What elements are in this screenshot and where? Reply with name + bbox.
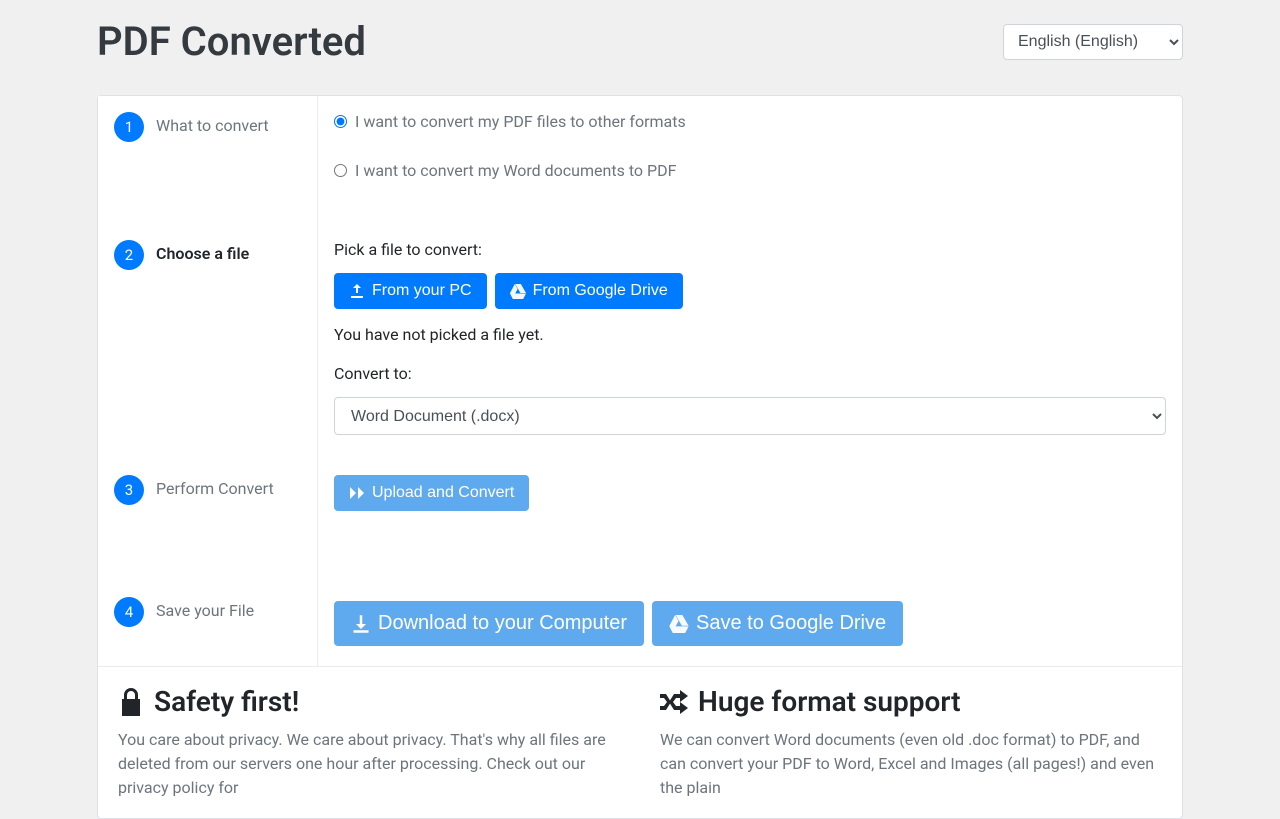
- radio-pdf-input[interactable]: [334, 115, 347, 128]
- save-drive-button[interactable]: Save to Google Drive: [652, 601, 903, 646]
- lock-icon: [118, 688, 144, 716]
- download-icon: [351, 614, 371, 634]
- step-title-4: Save your File: [156, 597, 254, 620]
- step-title-1: What to convert: [156, 112, 269, 135]
- from-pc-button[interactable]: From your PC: [334, 273, 487, 309]
- step-number-1: 1: [114, 112, 144, 142]
- google-drive-icon: [510, 284, 526, 299]
- step-number-3: 3: [114, 475, 144, 505]
- save-drive-label: Save to Google Drive: [696, 612, 886, 635]
- safety-body: You care about privacy. We care about pr…: [118, 728, 620, 800]
- download-label: Download to your Computer: [378, 612, 627, 635]
- download-button[interactable]: Download to your Computer: [334, 601, 644, 646]
- step-number-4: 4: [114, 597, 144, 627]
- from-pc-label: From your PC: [372, 282, 472, 300]
- step-title-2: Choose a file: [156, 240, 249, 263]
- upload-icon: [349, 283, 365, 299]
- formats-heading: Huge format support: [660, 685, 1162, 718]
- from-drive-label: From Google Drive: [533, 282, 668, 300]
- from-drive-button[interactable]: From Google Drive: [495, 273, 683, 309]
- page-title: PDF Converted: [97, 18, 366, 65]
- convert-to-select[interactable]: Word Document (.docx): [334, 397, 1166, 435]
- formats-body: We can convert Word documents (even old …: [660, 728, 1162, 800]
- double-chevron-icon: [349, 486, 365, 500]
- radio-word-label: I want to convert my Word documents to P…: [355, 161, 676, 180]
- radio-pdf-label: I want to convert my PDF files to other …: [355, 112, 686, 131]
- radio-word-input[interactable]: [334, 164, 347, 177]
- formats-title: Huge format support: [698, 685, 961, 718]
- convert-to-label: Convert to:: [334, 364, 1166, 383]
- shuffle-icon: [660, 690, 688, 714]
- file-status: You have not picked a file yet.: [334, 325, 1166, 344]
- google-drive-icon: [669, 615, 689, 633]
- radio-pdf-to-other[interactable]: I want to convert my PDF files to other …: [334, 112, 1166, 131]
- radio-word-to-pdf[interactable]: I want to convert my Word documents to P…: [334, 161, 1166, 180]
- upload-convert-label: Upload and Convert: [372, 484, 514, 502]
- step-number-2: 2: [114, 240, 144, 270]
- upload-convert-button[interactable]: Upload and Convert: [334, 475, 529, 511]
- converter-card: 1 What to convert I want to convert my P…: [97, 95, 1183, 819]
- pick-file-label: Pick a file to convert:: [334, 240, 1166, 259]
- step-title-3: Perform Convert: [156, 475, 274, 498]
- language-select[interactable]: English (English): [1003, 24, 1183, 60]
- safety-title: Safety first!: [154, 685, 299, 718]
- safety-heading: Safety first!: [118, 685, 620, 718]
